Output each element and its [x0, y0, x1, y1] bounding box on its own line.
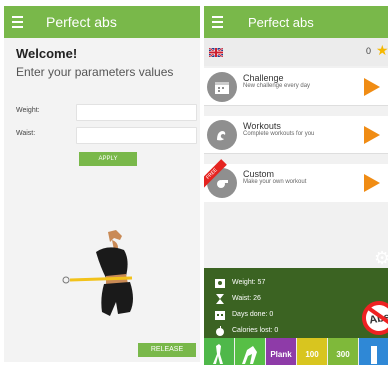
workout-tile-plank[interactable]: Plank — [266, 338, 296, 365]
card-subtitle: New challenge every day — [243, 83, 311, 89]
custom-card[interactable]: FREE Custom Make your own workout — [204, 159, 388, 202]
app-title: Perfect abs — [46, 14, 117, 30]
app-stage: Perfect abs Welcome! Enter your paramete… — [0, 0, 388, 365]
stat-label: Calories lost: 0 — [232, 327, 279, 334]
workout-tile-300[interactable]: 300 — [328, 338, 358, 365]
stat-calories: Calories lost: 0 — [204, 325, 344, 339]
play-icon[interactable] — [364, 126, 380, 144]
no-abs-sign-icon: Abs — [359, 298, 388, 338]
tile-label: 100 — [305, 349, 319, 359]
workout-tile[interactable] — [235, 338, 265, 365]
welcome-heading: Welcome! — [16, 46, 78, 61]
waist-row: Waist: — [4, 127, 200, 145]
stat-label: Days done: 0 — [232, 311, 274, 318]
stat-weight: Weight: 57 — [204, 277, 344, 291]
weight-row: Weight: — [4, 104, 200, 122]
divider — [204, 105, 388, 106]
parameters-screen: Perfect abs Welcome! Enter your paramete… — [4, 6, 200, 362]
stat-label: Weight: 57 — [232, 279, 266, 286]
divider — [204, 153, 388, 154]
play-icon[interactable] — [364, 174, 380, 192]
tile-label: Plank — [270, 349, 292, 359]
workout-tiles: Plank 100 300 — [204, 338, 388, 365]
stat-days: Days done: 0 — [204, 309, 344, 323]
star-icon: ★ — [376, 42, 388, 58]
card-subtitle: Make your own workout — [243, 179, 307, 185]
scale-icon — [215, 279, 225, 288]
top-app-bar: Perfect abs — [4, 6, 200, 38]
card-title: Challenge — [243, 73, 284, 83]
stretch-icon — [242, 346, 257, 364]
workout-tile[interactable] — [359, 338, 388, 365]
calendar-icon — [215, 311, 225, 320]
apple-icon — [216, 326, 224, 336]
uk-flag-icon[interactable] — [209, 48, 223, 57]
stats-panel: ⚙ Weight: 57 Waist: 26 Days done: 0 Calo… — [204, 248, 388, 339]
release-button[interactable]: RELEASE — [138, 343, 196, 357]
card-title: Workouts — [243, 121, 281, 131]
workout-tile[interactable] — [204, 338, 234, 365]
figure-icon — [213, 344, 223, 364]
figure-icon — [371, 346, 377, 364]
flexed-arm-icon — [207, 120, 237, 150]
play-icon[interactable] — [364, 78, 380, 96]
top-app-bar: Perfect abs — [204, 6, 388, 38]
menu-icon[interactable] — [12, 16, 34, 28]
weight-input[interactable] — [76, 104, 197, 121]
torso-measure-illustration — [62, 230, 133, 316]
weight-label: Weight: — [16, 107, 40, 114]
card-subtitle: Complete workouts for you — [243, 131, 315, 137]
workout-tile-100[interactable]: 100 — [297, 338, 327, 365]
waist-label: Waist: — [16, 130, 36, 137]
points-count: 0 — [366, 46, 372, 56]
calendar-icon — [207, 72, 237, 102]
stat-waist: Waist: 26 — [204, 293, 344, 307]
language-points-bar: 0 ★ — [204, 38, 388, 66]
card-title: Custom — [243, 169, 275, 179]
challenge-card[interactable]: Challenge New challenge every day — [204, 68, 388, 106]
gear-icon[interactable]: ⚙ — [374, 248, 388, 269]
stat-label: Waist: 26 — [232, 295, 261, 302]
apply-button[interactable]: APPLY — [79, 152, 137, 166]
workouts-card[interactable]: Workouts Complete workouts for you — [204, 116, 388, 154]
app-title: Perfect abs — [248, 14, 314, 30]
menu-icon[interactable] — [212, 16, 234, 28]
waist-input[interactable] — [76, 127, 197, 144]
tile-label: 300 — [336, 349, 350, 359]
instructions-text: Enter your parameters values — [16, 65, 174, 79]
home-screen: Perfect abs 0 ★ Challenge New challenge … — [204, 6, 388, 365]
hourglass-icon — [216, 294, 224, 304]
